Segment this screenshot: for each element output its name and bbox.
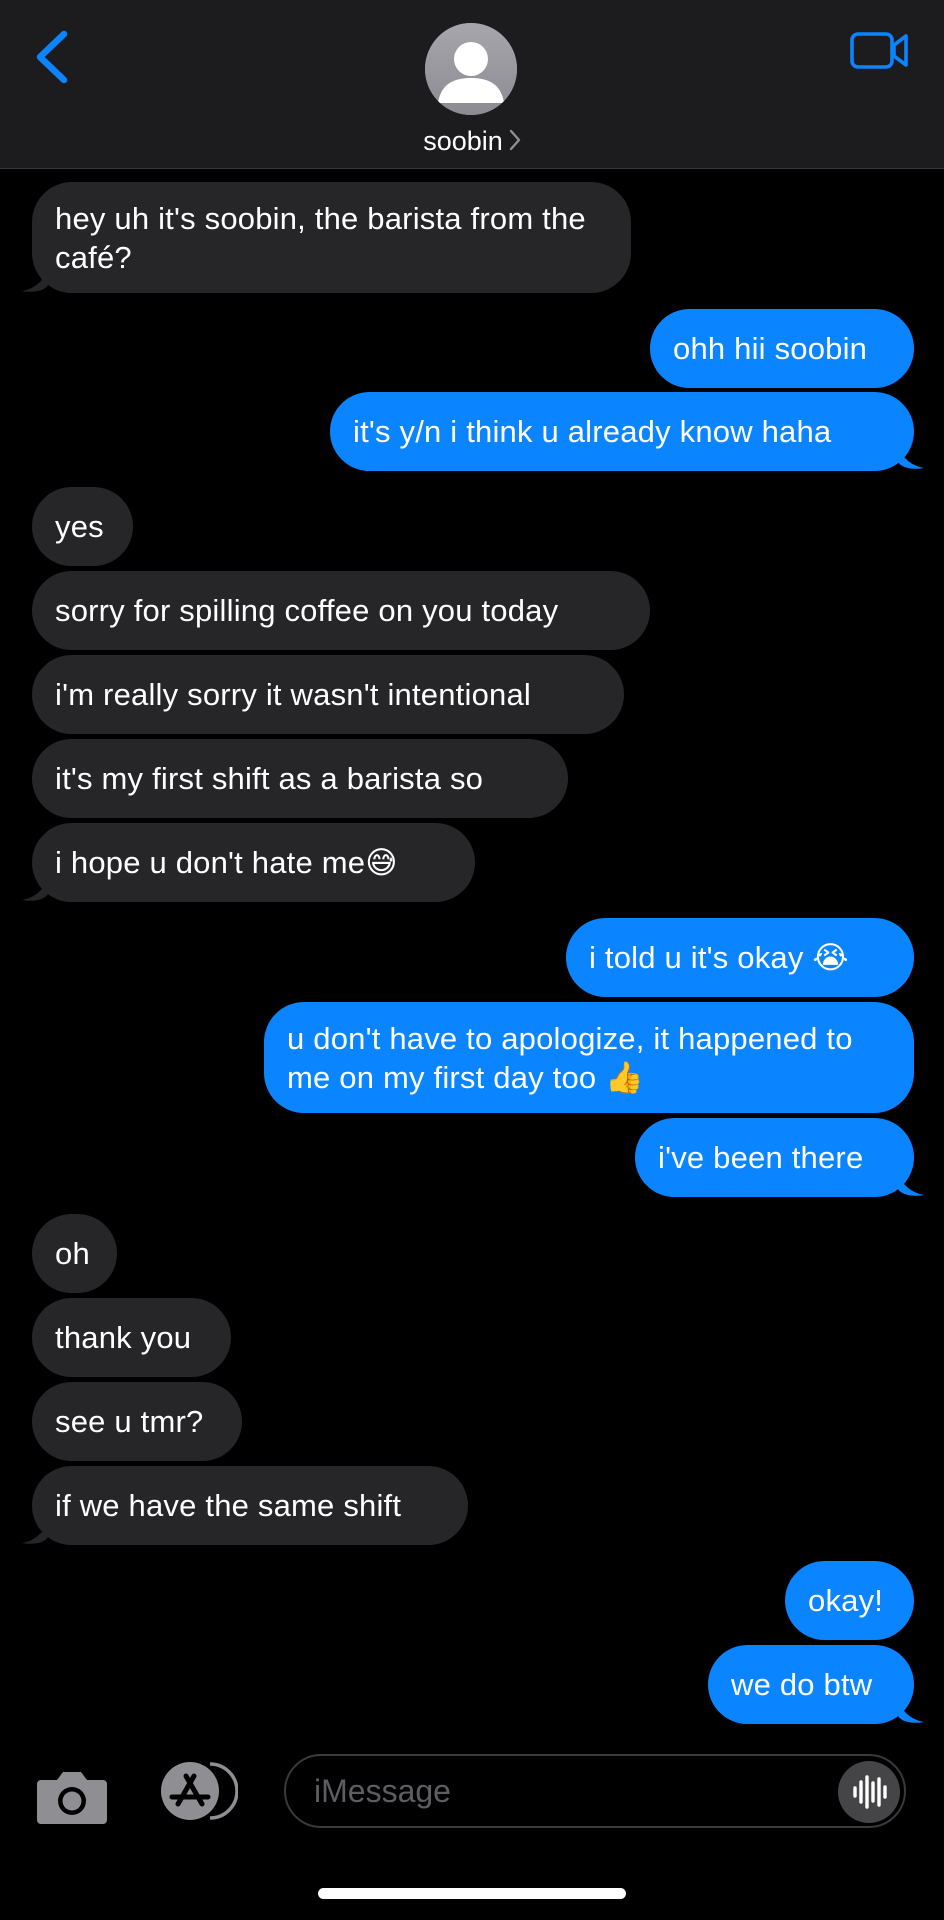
person-silhouette-icon <box>425 23 517 115</box>
message-text: thank you <box>55 1320 192 1355</box>
message-text: i told u it's okay 😭 <box>589 940 849 975</box>
message-text: it's my first shift as a barista so <box>55 761 484 796</box>
message-text: if we have the same shift <box>55 1488 402 1523</box>
message-text: i've been there <box>658 1140 864 1175</box>
audio-waveform-icon <box>853 1775 887 1809</box>
incoming-message[interactable]: thank you <box>32 1298 231 1377</box>
outgoing-message[interactable]: we do btw <box>708 1645 914 1724</box>
incoming-message[interactable]: i'm really sorry it wasn't intentional <box>32 655 624 734</box>
camera-button[interactable] <box>35 1766 109 1826</box>
message-thread[interactable]: hey uh it's soobin, the barista from the… <box>0 168 944 1738</box>
message-text: ohh hii soobin <box>673 331 868 366</box>
outgoing-message[interactable]: it's y/n i think u already know haha <box>330 392 914 471</box>
outgoing-message[interactable]: i told u it's okay 😭 <box>566 918 914 997</box>
incoming-bubble-tail <box>22 1521 48 1544</box>
home-indicator <box>318 1888 626 1899</box>
incoming-message[interactable]: sorry for spilling coffee on you today <box>32 571 650 650</box>
outgoing-bubble-tail <box>898 446 924 469</box>
app-store-button[interactable] <box>154 1760 239 1822</box>
app-store-icon <box>161 1762 239 1820</box>
incoming-message[interactable]: hey uh it's soobin, the barista from the… <box>32 182 631 293</box>
message-text: i hope u don't hate me😅 <box>55 845 398 880</box>
outgoing-message[interactable]: u don't have to apologize, it happened t… <box>264 1002 914 1113</box>
message-text: okay! <box>808 1583 884 1618</box>
outgoing-message[interactable]: i've been there <box>635 1118 914 1197</box>
incoming-message[interactable]: i hope u don't hate me😅 <box>32 823 475 902</box>
imessage-input[interactable] <box>284 1754 906 1828</box>
outgoing-bubble-tail <box>898 1700 924 1723</box>
message-text: sorry for spilling coffee on you today <box>55 593 559 628</box>
message-text: we do btw <box>731 1667 873 1702</box>
incoming-bubble-tail <box>22 269 48 292</box>
message-text: it's y/n i think u already know haha <box>353 414 832 449</box>
incoming-message[interactable]: yes <box>32 487 133 566</box>
conversation-header: soobin <box>0 0 944 169</box>
message-text: u don't have to apologize, it happened t… <box>287 1020 853 1095</box>
contact-name-button[interactable]: soobin <box>0 126 944 158</box>
facetime-video-button[interactable] <box>848 26 912 74</box>
chevron-left-icon <box>36 30 68 84</box>
incoming-message[interactable]: oh <box>32 1214 117 1293</box>
message-text: yes <box>55 509 104 544</box>
incoming-bubble-tail <box>22 878 48 901</box>
outgoing-message[interactable]: ohh hii soobin <box>650 309 914 388</box>
message-text: i'm really sorry it wasn't intentional <box>55 677 531 712</box>
chevron-right-icon <box>509 127 521 158</box>
contact-avatar[interactable] <box>425 23 517 115</box>
message-text: oh <box>55 1236 90 1271</box>
message-text: hey uh it's soobin, the barista from the… <box>55 200 586 275</box>
contact-name-label: soobin <box>423 126 503 156</box>
incoming-message[interactable]: if we have the same shift <box>32 1466 468 1545</box>
message-composer <box>0 1738 944 1920</box>
incoming-message[interactable]: see u tmr? <box>32 1382 242 1461</box>
video-camera-icon <box>850 32 908 69</box>
incoming-message[interactable]: it's my first shift as a barista so <box>32 739 568 818</box>
message-text: see u tmr? <box>55 1404 204 1439</box>
outgoing-message[interactable]: okay! <box>785 1561 914 1640</box>
back-button[interactable] <box>28 26 78 88</box>
audio-message-button[interactable] <box>838 1761 900 1823</box>
outgoing-bubble-tail <box>898 1173 924 1196</box>
camera-icon <box>37 1772 107 1824</box>
